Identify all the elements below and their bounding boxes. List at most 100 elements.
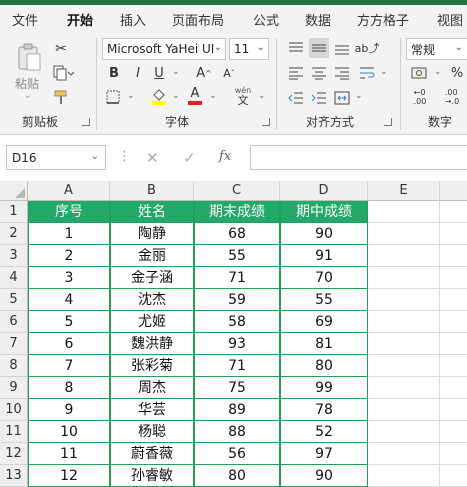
tab-fangfang[interactable]: 方方格子	[357, 10, 409, 29]
more-options-icon[interactable]: ⋮	[118, 149, 131, 164]
chevron-down-icon[interactable]: ⌄	[172, 91, 180, 101]
table-cell[interactable]: 华芸	[110, 399, 194, 421]
table-cell[interactable]: 93	[194, 333, 280, 355]
table-cell[interactable]: 10	[28, 421, 110, 443]
table-cell[interactable]: 69	[280, 311, 368, 333]
table-cell[interactable]: 张彩菊	[110, 355, 194, 377]
table-cell[interactable]: 蔚香薇	[110, 443, 194, 465]
chevron-down-icon[interactable]: ⌄	[434, 67, 442, 77]
font-launcher-icon[interactable]	[262, 118, 270, 126]
empty-cell[interactable]	[368, 223, 440, 245]
table-cell[interactable]: 陶静	[110, 223, 194, 245]
chevron-down-icon[interactable]: ⌄	[209, 91, 217, 101]
number-format-combo[interactable]: 常规 ⌄	[406, 38, 467, 60]
table-cell[interactable]: 4	[28, 289, 110, 311]
empty-cell[interactable]	[368, 443, 440, 465]
phonetic-button[interactable]: wén 文	[232, 85, 254, 107]
table-cell[interactable]: 金子涵	[110, 267, 194, 289]
table-cell[interactable]: 11	[28, 443, 110, 465]
empty-cell[interactable]	[440, 377, 467, 399]
table-cell[interactable]: 周杰	[110, 377, 194, 399]
empty-cell[interactable]	[368, 465, 440, 487]
table-cell[interactable]: 90	[280, 223, 368, 245]
table-cell[interactable]: 12	[28, 465, 110, 487]
tab-formulas[interactable]: 公式	[253, 10, 279, 29]
table-cell[interactable]: 80	[280, 355, 368, 377]
row-header[interactable]: 8	[0, 355, 28, 377]
copy-button[interactable]	[50, 64, 76, 82]
row-header[interactable]: 5	[0, 289, 28, 311]
tab-file[interactable]: 文件	[12, 10, 38, 29]
align-center-button[interactable]	[309, 63, 329, 83]
chevron-down-icon[interactable]: ⌄	[172, 67, 180, 77]
select-all-corner[interactable]	[0, 181, 28, 201]
table-header-cell[interactable]: 期中成绩	[280, 201, 368, 223]
table-cell[interactable]: 99	[280, 377, 368, 399]
empty-cell[interactable]	[368, 267, 440, 289]
chevron-down-icon[interactable]: ⌄	[258, 91, 266, 101]
align-left-button[interactable]	[286, 63, 306, 83]
underline-button[interactable]: U	[151, 64, 167, 82]
row-header[interactable]: 6	[0, 311, 28, 333]
table-cell[interactable]: 59	[194, 289, 280, 311]
empty-cell[interactable]	[440, 267, 467, 289]
chevron-down-icon[interactable]: ⌄	[127, 91, 135, 101]
row-header[interactable]: 9	[0, 377, 28, 399]
table-cell[interactable]: 97	[280, 443, 368, 465]
table-cell[interactable]: 5	[28, 311, 110, 333]
table-cell[interactable]: 2	[28, 245, 110, 267]
empty-cell[interactable]	[440, 245, 467, 267]
row-header[interactable]: 1	[0, 201, 28, 223]
row-header[interactable]: 12	[0, 443, 28, 465]
paste-dropdown-icon[interactable]: ⌄	[24, 91, 32, 101]
chevron-down-icon[interactable]: ⌄	[355, 91, 363, 101]
empty-cell[interactable]	[368, 245, 440, 267]
table-cell[interactable]: 56	[194, 443, 280, 465]
merge-center-button[interactable]	[332, 88, 352, 108]
alignment-launcher-icon[interactable]	[384, 118, 392, 126]
wrap-text-button[interactable]	[357, 63, 377, 83]
table-cell[interactable]: 52	[280, 421, 368, 443]
table-cell[interactable]: 魏洪静	[110, 333, 194, 355]
table-header-cell[interactable]: 序号	[28, 201, 110, 223]
decrease-indent-button[interactable]	[286, 88, 306, 108]
table-cell[interactable]: 58	[194, 311, 280, 333]
table-cell[interactable]: 75	[194, 377, 280, 399]
clipboard-launcher-icon[interactable]	[82, 118, 90, 126]
cancel-icon[interactable]: ✕	[146, 149, 159, 167]
empty-cell[interactable]	[440, 443, 467, 465]
italic-button[interactable]: I	[130, 64, 146, 82]
table-cell[interactable]: 3	[28, 267, 110, 289]
fill-color-button[interactable]	[150, 86, 168, 106]
column-header-d[interactable]: D	[280, 181, 368, 201]
table-cell[interactable]: 杨聪	[110, 421, 194, 443]
insert-function-icon[interactable]: fx	[219, 149, 231, 164]
font-color-button[interactable]: A	[186, 86, 204, 106]
empty-cell[interactable]	[368, 399, 440, 421]
tab-page-layout[interactable]: 页面布局	[172, 10, 224, 29]
table-cell[interactable]: 81	[280, 333, 368, 355]
column-header-c[interactable]: C	[194, 181, 280, 201]
empty-cell[interactable]	[368, 377, 440, 399]
empty-cell[interactable]	[440, 355, 467, 377]
decrease-decimal-button[interactable]: .00 →.0	[438, 86, 466, 108]
table-cell[interactable]: 89	[194, 399, 280, 421]
table-cell[interactable]: 91	[280, 245, 368, 267]
percent-style-button[interactable]: %	[448, 64, 466, 82]
table-cell[interactable]: 6	[28, 333, 110, 355]
shrink-font-button[interactable]: Aˇ	[220, 64, 238, 82]
empty-cell[interactable]	[368, 421, 440, 443]
tab-insert[interactable]: 插入	[120, 10, 146, 29]
empty-cell[interactable]	[440, 311, 467, 333]
font-name-combo[interactable]: Microsoft YaHei UI ⌄	[102, 38, 226, 60]
table-cell[interactable]: 金丽	[110, 245, 194, 267]
chevron-down-icon[interactable]: ⌄	[380, 67, 388, 77]
accounting-format-button[interactable]	[408, 64, 432, 82]
borders-button[interactable]	[104, 88, 122, 106]
row-header[interactable]: 4	[0, 267, 28, 289]
table-cell[interactable]: 71	[194, 355, 280, 377]
align-right-button[interactable]	[332, 63, 352, 83]
cut-icon[interactable]: ✂	[52, 40, 70, 58]
table-cell[interactable]: 80	[194, 465, 280, 487]
increase-indent-button[interactable]	[309, 88, 329, 108]
